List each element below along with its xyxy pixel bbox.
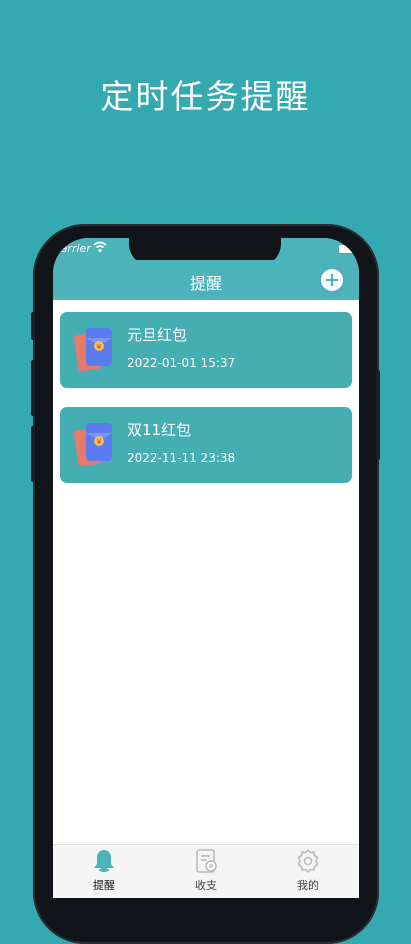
red-envelope-icon: ¥ — [74, 328, 112, 372]
reminder-card[interactable]: ¥ 元旦红包 2022-01-01 15:37 — [60, 312, 352, 388]
svg-text:¥: ¥ — [97, 343, 102, 351]
tab-profile[interactable]: 我的 — [257, 845, 359, 898]
svg-text:¥: ¥ — [97, 438, 102, 446]
red-envelope-icon: ¥ — [74, 423, 112, 467]
app-screen: Carrier 提醒 ¥ 元旦红包 2022-01-01 15:37 ¥ 双11… — [53, 238, 359, 898]
promo-title: 定时任务提醒 — [100, 77, 311, 116]
tab-reminders[interactable]: 提醒 — [53, 845, 155, 898]
phone-side-button — [31, 426, 35, 482]
reminder-title: 元旦红包 — [127, 326, 188, 344]
gear-icon — [297, 848, 319, 874]
reminder-card[interactable]: ¥ 双11红包 2022-11-11 23:38 — [60, 407, 352, 483]
carrier-label: Carrier — [53, 242, 91, 255]
add-reminder-button[interactable] — [321, 269, 343, 291]
bell-icon — [94, 850, 114, 872]
page-title: 提醒 — [189, 274, 222, 293]
reminder-title: 双11红包 — [127, 421, 192, 439]
phone-side-button — [31, 360, 35, 416]
tab-income-expense[interactable]: 收支 — [155, 845, 257, 898]
phone-side-button — [376, 370, 380, 460]
battery-icon — [339, 245, 357, 253]
reminder-time: 2022-01-01 15:37 — [127, 356, 236, 370]
ledger-icon — [196, 849, 217, 873]
tab-label: 收支 — [195, 879, 217, 892]
wifi-icon — [93, 241, 107, 253]
tab-label: 提醒 — [93, 879, 115, 892]
navbar: 提醒 — [53, 260, 359, 300]
tab-label: 我的 — [297, 879, 319, 892]
reminder-time: 2022-11-11 23:38 — [127, 451, 236, 465]
tab-bar: 提醒 收支 我的 — [53, 844, 359, 898]
phone-side-button — [31, 312, 35, 340]
